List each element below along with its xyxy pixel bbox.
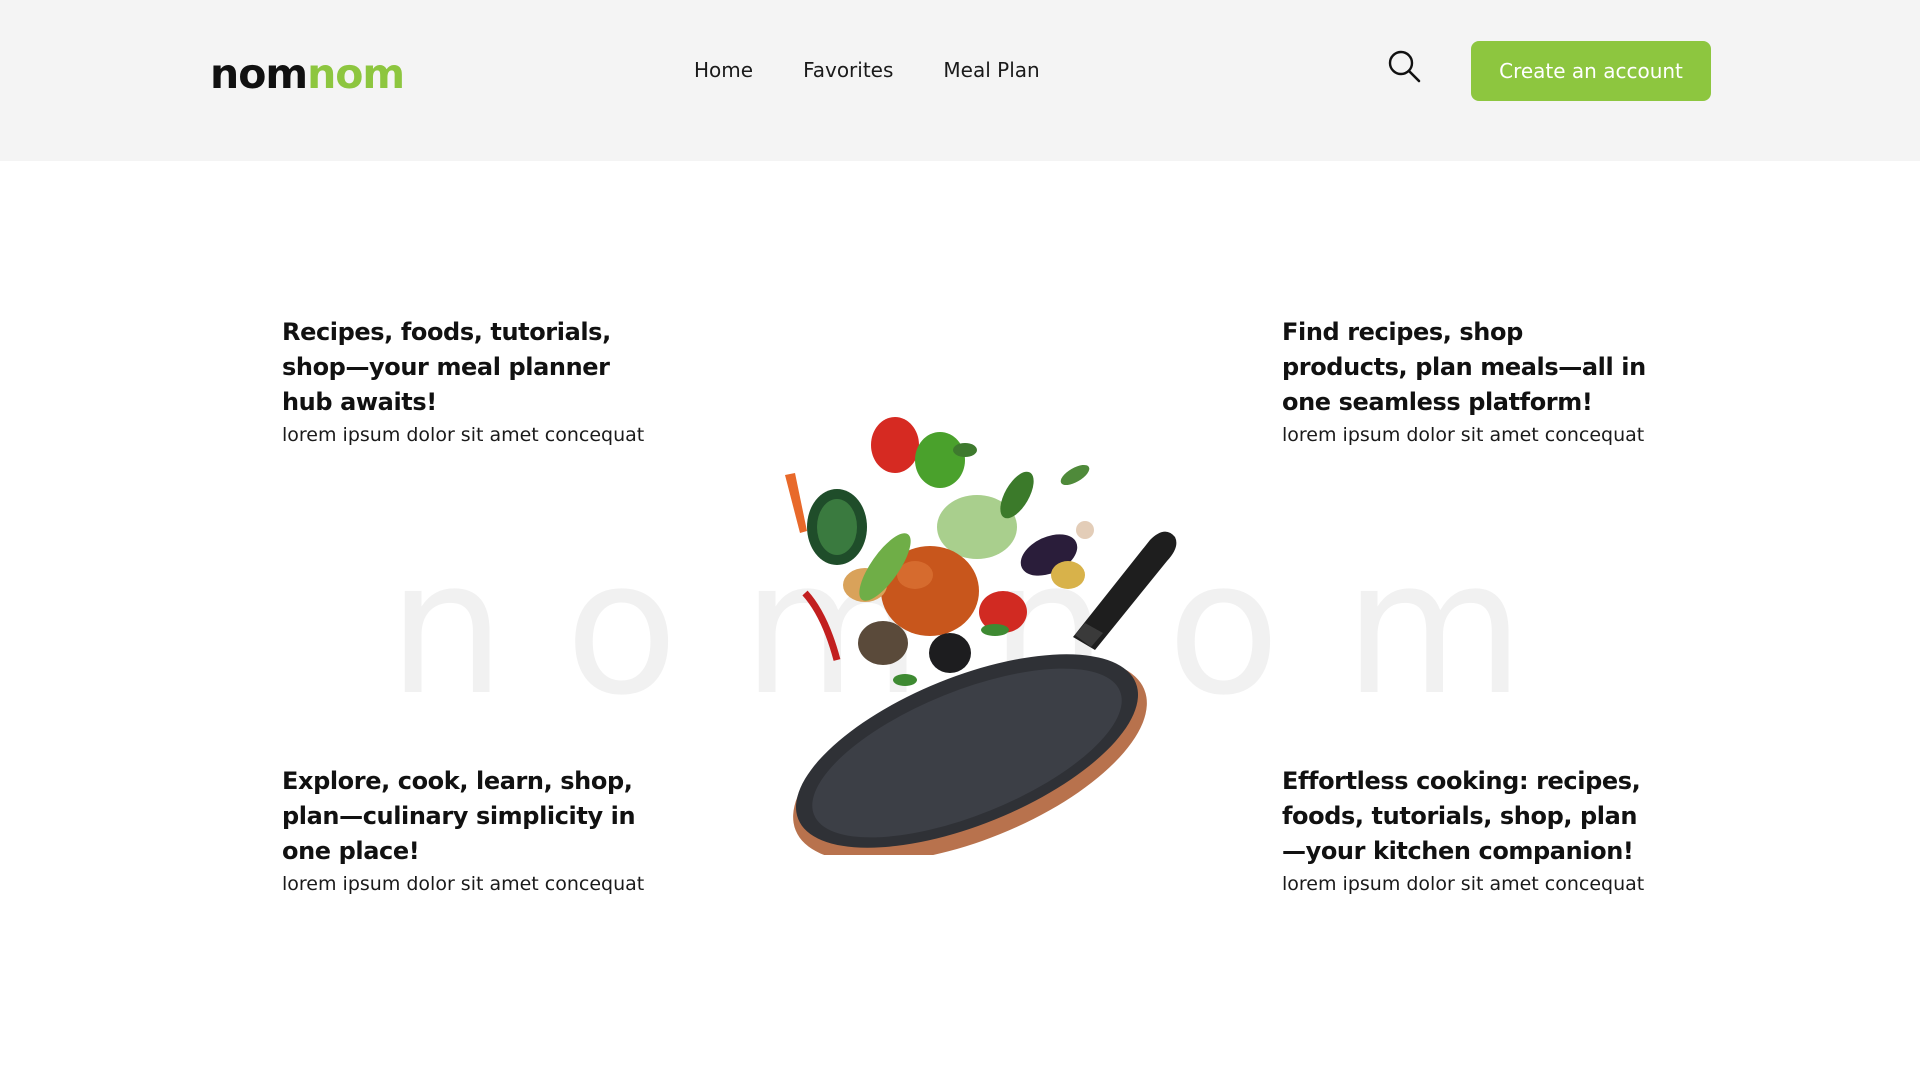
feature-block: Effortless cooking: recipes, foods, tuto… xyxy=(1282,764,1652,899)
watermark-letter: m xyxy=(1344,520,1525,736)
logo-text-green: nom xyxy=(307,50,405,98)
main-nav: Home Favorites Meal Plan xyxy=(694,58,1040,82)
feature-title: Effortless cooking: recipes, foods, tuto… xyxy=(1282,767,1641,865)
feature-title: Recipes, foods, tutorials, shop—your mea… xyxy=(282,318,611,416)
watermark-letter: o xyxy=(565,520,679,736)
feature-block: Find recipes, shop products, plan meals—… xyxy=(1282,315,1652,450)
logo[interactable]: nomnom xyxy=(210,50,405,98)
nav-link-favorites[interactable]: Favorites xyxy=(803,58,893,82)
feature-body: lorem ipsum dolor sit amet concequat xyxy=(1282,873,1645,895)
watermark-letter: n xyxy=(388,520,506,736)
nav-link-meal-plan[interactable]: Meal Plan xyxy=(943,58,1039,82)
nav-link-home[interactable]: Home xyxy=(694,58,753,82)
create-account-button[interactable]: Create an account xyxy=(1471,41,1711,101)
feature-body: lorem ipsum dolor sit amet concequat xyxy=(1282,424,1645,446)
feature-block: Explore, cook, learn, shop, plan—culinar… xyxy=(282,764,652,899)
feature-title: Explore, cook, learn, shop, plan—culinar… xyxy=(282,767,636,865)
feature-body: lorem ipsum dolor sit amet concequat xyxy=(282,424,645,446)
feature-body: lorem ipsum dolor sit amet concequat xyxy=(282,873,645,895)
site-header: nomnom Home Favorites Meal Plan Create a… xyxy=(0,0,1920,161)
logo-text-dark: nom xyxy=(210,50,308,98)
feature-block: Recipes, foods, tutorials, shop—your mea… xyxy=(282,315,652,450)
search-icon[interactable] xyxy=(1386,48,1424,86)
feature-title: Find recipes, shop products, plan meals—… xyxy=(1282,318,1646,416)
hero-pan-vegetables-image xyxy=(755,415,1195,863)
